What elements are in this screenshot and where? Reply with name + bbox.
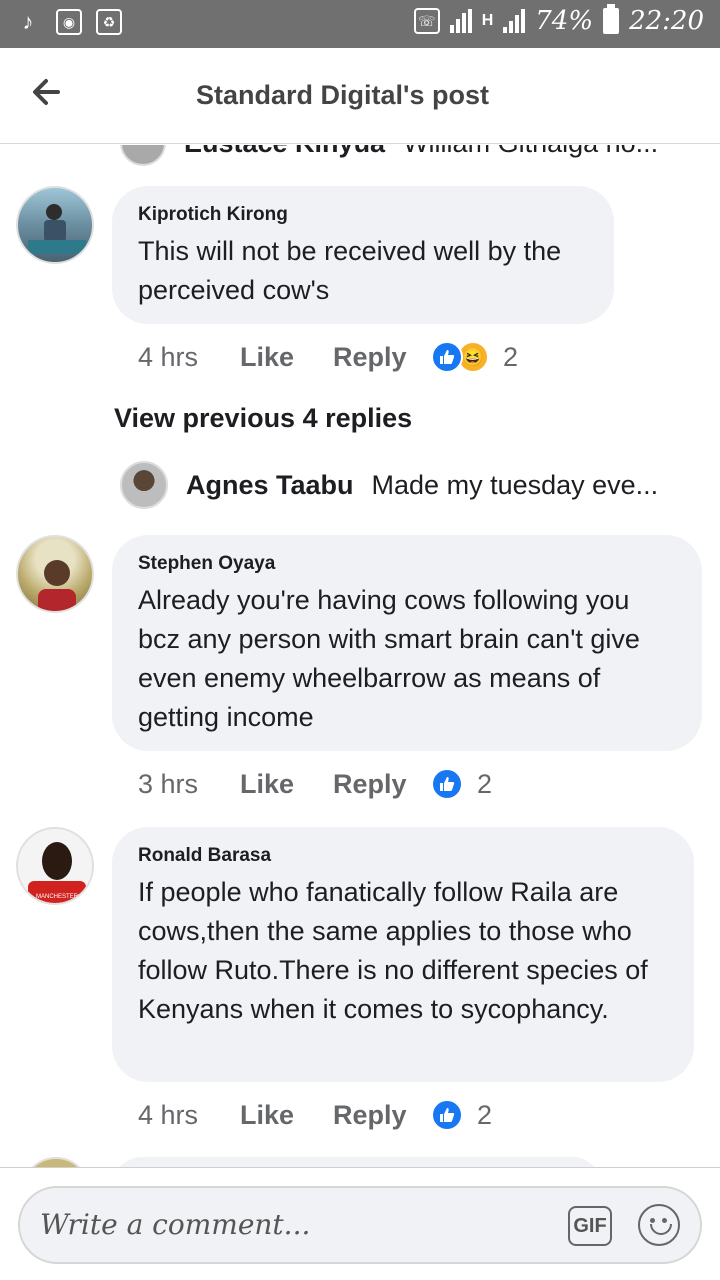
status-bar-left: ♪ ◉ ♻ <box>14 8 122 36</box>
svg-text:MANCHESTER: MANCHESTER <box>36 894 79 900</box>
comment-author[interactable]: Eustace Kinyua <box>184 145 385 159</box>
reply-text-preview: Made my tuesday eve... <box>371 469 659 500</box>
comment-input[interactable]: Write a comment... GIF <box>18 1186 702 1264</box>
avatar[interactable] <box>22 1157 90 1167</box>
thumbs-up-icon <box>431 768 463 800</box>
comment-bubble[interactable]: Ronald Barasa If people who fanatically … <box>112 827 694 1082</box>
reaction-count: 2 <box>503 341 519 372</box>
comment-preview: William Githaiga no... <box>403 145 658 159</box>
signal-strength-icon <box>503 9 526 33</box>
network-type: H <box>481 12 494 29</box>
reactions[interactable]: 2 <box>431 768 492 800</box>
comment-time: 4 hrs <box>138 341 199 372</box>
comment-bubble[interactable] <box>112 1157 602 1167</box>
avatar[interactable] <box>16 186 94 264</box>
like-button[interactable]: Like <box>240 1100 333 1131</box>
status-bar: ♪ ◉ ♻ ☏ H 74% 22:20 <box>0 0 720 48</box>
reply-button[interactable]: Reply <box>333 769 431 800</box>
comment-composer: Write a comment... GIF <box>0 1167 720 1280</box>
comments-feed[interactable]: Eustace Kinyua William Githaiga no... Ki… <box>0 145 720 1167</box>
comment-text: This will not be received well by the pe… <box>138 236 562 305</box>
clipped-reply[interactable]: Eustace Kinyua William Githaiga no... <box>120 145 658 166</box>
page-title: Standard Digital's post <box>196 80 489 110</box>
reply-preview[interactable]: Agnes Taabu Made my tuesday eve... <box>120 461 658 509</box>
comment-actions: 4 hrs Like Reply 😆 2 <box>138 337 518 377</box>
recycle-icon: ♻ <box>96 9 122 35</box>
avatar[interactable]: MANCHESTER <box>16 827 94 905</box>
comment-bubble[interactable]: Kiprotich Kirong This will not be receiv… <box>112 186 614 324</box>
comment-actions: 4 hrs Like Reply 2 <box>138 1095 492 1135</box>
like-button[interactable]: Like <box>240 342 333 373</box>
avatar[interactable] <box>120 461 168 509</box>
comment-time: 3 hrs <box>138 768 199 799</box>
comment-bubble[interactable]: Stephen Oyaya Already you're having cows… <box>112 535 702 751</box>
comment-author[interactable]: Kiprotich Kirong <box>138 204 588 226</box>
thumbs-up-icon <box>431 1099 463 1131</box>
back-arrow-icon[interactable] <box>28 72 68 112</box>
clock: 22:20 <box>629 6 704 36</box>
reply-author[interactable]: Agnes Taabu <box>186 470 354 501</box>
comment-time: 4 hrs <box>138 1099 199 1130</box>
avatar[interactable] <box>16 535 94 613</box>
like-button[interactable]: Like <box>240 769 333 800</box>
battery-icon <box>603 4 620 34</box>
reaction-count: 2 <box>477 768 493 799</box>
emoji-icon[interactable] <box>638 1204 680 1246</box>
reply-button[interactable]: Reply <box>333 342 431 373</box>
thumbs-up-icon <box>431 341 463 373</box>
reactions[interactable]: 2 <box>431 1099 492 1131</box>
comment-author[interactable]: Stephen Oyaya <box>138 553 676 575</box>
reaction-count: 2 <box>477 1099 493 1130</box>
app-bar: Standard Digital's post <box>0 48 720 144</box>
comment-text: Already you're having cows following you… <box>138 585 640 732</box>
signal-icon <box>449 9 472 33</box>
comment-author[interactable]: Ronald Barasa <box>138 845 668 867</box>
comment-placeholder[interactable]: Write a comment... <box>40 1208 310 1241</box>
battery-level: 74% <box>535 6 594 36</box>
phone-icon: ☏ <box>413 8 440 34</box>
comment-text: If people who fanatically follow Raila a… <box>138 877 648 1024</box>
status-bar-right: ☏ H 74% 22:20 <box>413 4 704 36</box>
reply-button[interactable]: Reply <box>333 1100 431 1131</box>
reactions[interactable]: 😆 2 <box>431 341 518 373</box>
camera-icon: ◉ <box>56 9 82 35</box>
avatar[interactable] <box>120 145 166 166</box>
gif-button[interactable]: GIF <box>568 1206 612 1246</box>
music-note-icon: ♪ <box>22 9 34 34</box>
comment-actions: 3 hrs Like Reply 2 <box>138 764 492 804</box>
view-previous-replies-link[interactable]: View previous 4 replies <box>114 403 412 434</box>
